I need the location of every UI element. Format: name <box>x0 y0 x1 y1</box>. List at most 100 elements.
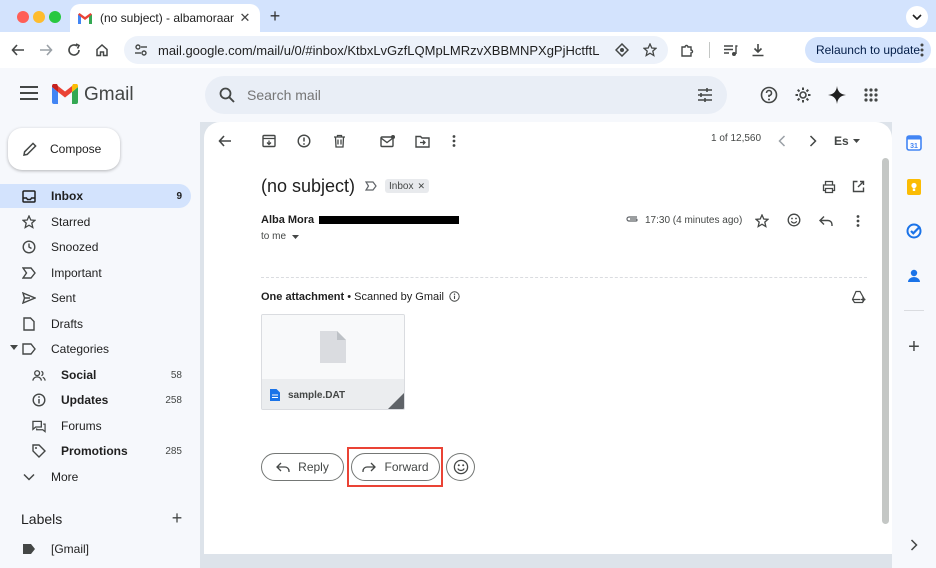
search-input[interactable] <box>247 87 697 103</box>
downloads-button[interactable] <box>748 40 768 60</box>
newer-chevron-icon[interactable] <box>773 132 791 150</box>
settings-gear-icon[interactable] <box>792 84 814 106</box>
new-tab-button[interactable]: + <box>266 6 284 26</box>
search-options-icon[interactable] <box>697 88 713 102</box>
inbox-icon <box>22 189 36 203</box>
browser-menu-button[interactable] <box>912 40 932 60</box>
hide-side-panel-icon[interactable] <box>905 536 923 554</box>
sidebar-item-more[interactable]: More <box>0 465 191 489</box>
reply-button[interactable]: Reply <box>261 453 344 481</box>
sidebar-item-drafts[interactable]: Drafts <box>0 312 191 336</box>
delete-icon[interactable] <box>330 132 348 150</box>
redacted-sender-email <box>319 216 459 224</box>
older-chevron-icon[interactable] <box>804 132 822 150</box>
window-close-button[interactable] <box>17 11 29 23</box>
star-icon[interactable] <box>753 212 771 230</box>
sidebar-item-promotions[interactable]: Promotions 285 <box>0 439 191 463</box>
calendar-icon[interactable]: 31 <box>905 134 923 152</box>
sidebar-item-snoozed[interactable]: Snoozed <box>0 235 191 259</box>
message-scrollbar[interactable] <box>882 158 889 524</box>
sidebar-item-categories[interactable]: Categories <box>0 337 191 361</box>
get-addons-button[interactable]: + <box>905 336 923 358</box>
expand-caret-icon[interactable] <box>10 345 18 350</box>
attachment-clip-icon <box>626 216 638 222</box>
forward-nav-button[interactable] <box>36 40 56 60</box>
address-bar[interactable]: mail.google.com/mail/u/0/#inbox/KtbxLvGz… <box>124 36 668 64</box>
sidebar-item-important[interactable]: Important <box>0 261 191 285</box>
forum-icon <box>32 419 46 433</box>
email-subject: (no subject) <box>261 176 356 196</box>
add-reaction-icon[interactable] <box>785 211 803 229</box>
smiley-icon <box>453 459 468 475</box>
compose-button[interactable]: Compose <box>8 128 120 170</box>
google-apps-icon[interactable] <box>860 84 882 106</box>
bookmark-star-icon[interactable] <box>642 42 658 58</box>
archive-icon[interactable] <box>260 132 278 150</box>
inbox-label-chip[interactable]: Inbox ✕ <box>385 179 430 193</box>
report-spam-icon[interactable] <box>295 132 313 150</box>
recipient-details[interactable]: to me <box>261 231 299 242</box>
emoji-reaction-button[interactable] <box>446 453 475 481</box>
forward-button[interactable]: Forward <box>351 453 440 481</box>
reply-icon[interactable] <box>817 212 835 230</box>
main-menu-icon[interactable] <box>20 86 38 100</box>
browser-tab[interactable]: (no subject) - albamoraantoja ✕ <box>70 4 260 32</box>
important-marker-icon[interactable] <box>365 181 377 191</box>
important-icon <box>22 266 36 280</box>
kebab-menu-icon <box>920 43 924 57</box>
input-tools-button[interactable]: Es <box>834 132 864 150</box>
forward-icon <box>362 460 377 474</box>
info-icon[interactable] <box>449 291 460 302</box>
gmail-logo-icon[interactable] <box>52 83 78 104</box>
sidebar: Compose Inbox 9 Starred Snoozed Importan… <box>0 122 200 568</box>
media-controls-button[interactable] <box>720 40 740 60</box>
tasks-icon[interactable] <box>905 222 923 240</box>
download-icon <box>752 44 764 57</box>
gemini-sparkle-icon[interactable] <box>826 84 848 106</box>
attachment-preview <box>262 315 404 379</box>
attachment-card[interactable]: sample.DAT <box>261 314 405 410</box>
reload-button[interactable] <box>64 40 84 60</box>
label-icon <box>22 342 36 356</box>
browser-toolbar: mail.google.com/mail/u/0/#inbox/KtbxLvGz… <box>0 32 936 68</box>
tab-search-button[interactable] <box>906 6 928 28</box>
open-new-window-icon[interactable] <box>849 177 867 195</box>
tag-icon <box>32 444 46 458</box>
extensions-button[interactable] <box>677 40 697 60</box>
create-label-button[interactable]: + <box>168 509 186 527</box>
remove-label-icon[interactable]: ✕ <box>417 181 425 192</box>
save-to-drive-icon[interactable] <box>849 288 867 306</box>
sidebar-item-updates[interactable]: Updates 258 <box>0 388 191 412</box>
more-actions-icon[interactable] <box>445 132 463 150</box>
puzzle-icon <box>680 44 693 57</box>
search-icon[interactable] <box>219 87 235 103</box>
sidebar-item-inbox[interactable]: Inbox 9 <box>0 184 191 208</box>
window-maximize-button[interactable] <box>49 11 61 23</box>
toolbar-separator <box>709 42 710 58</box>
gmail-wordmark: Gmail <box>84 84 134 105</box>
lens-icon[interactable] <box>614 42 630 58</box>
tab-close-icon[interactable]: ✕ <box>238 10 252 26</box>
print-icon[interactable] <box>820 178 838 196</box>
home-button[interactable] <box>92 40 112 60</box>
search-bar[interactable] <box>205 76 727 114</box>
compose-label: Compose <box>50 142 102 156</box>
svg-text:31: 31 <box>910 143 918 150</box>
support-icon[interactable] <box>758 84 780 106</box>
sidebar-item-starred[interactable]: Starred <box>0 210 191 234</box>
back-to-inbox-icon[interactable] <box>216 132 234 150</box>
keep-icon[interactable] <box>905 178 923 196</box>
sidebar-label-gmail[interactable]: [Gmail] <box>22 542 89 556</box>
info-icon <box>32 393 46 407</box>
chevron-down-icon <box>22 470 36 484</box>
sender-name[interactable]: Alba Mora <box>261 214 314 226</box>
sidebar-item-social[interactable]: Social 58 <box>0 363 191 387</box>
back-button[interactable] <box>8 40 28 60</box>
contacts-icon[interactable] <box>905 267 923 285</box>
mark-unread-icon[interactable] <box>378 132 396 150</box>
move-to-icon[interactable] <box>413 132 431 150</box>
sidebar-item-forums[interactable]: Forums <box>0 414 191 438</box>
sidebar-item-sent[interactable]: Sent <box>0 286 191 310</box>
more-options-icon[interactable] <box>849 212 867 230</box>
window-minimize-button[interactable] <box>33 11 45 23</box>
